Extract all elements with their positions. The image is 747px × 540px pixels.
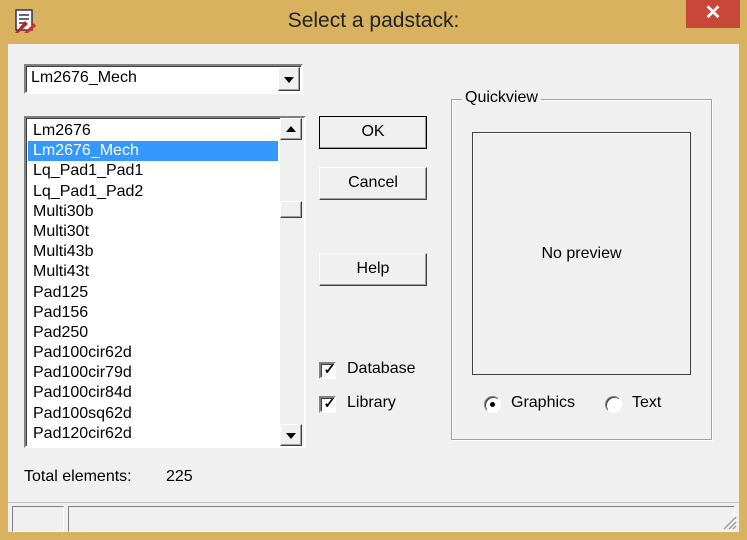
library-label: Library xyxy=(347,394,396,411)
combo-selected-value: Lm2676_Mech xyxy=(31,69,137,86)
list-item[interactable]: Lm2676_Mech xyxy=(28,141,278,162)
cancel-button[interactable]: Cancel xyxy=(319,167,427,200)
quickview-title: Quickview xyxy=(462,89,541,107)
padstack-list[interactable]: Lm2676 Lm2676_Mech Lq_Pad1_Pad1 Lq_Pad1_Pad… xyxy=(24,116,306,448)
list-items: Lm2676 Lm2676_Mech Lq_Pad1_Pad1 Lq_Pad1_Pad… xyxy=(28,121,278,444)
list-item[interactable]: Multi30b xyxy=(28,202,278,222)
status-pane-left xyxy=(12,506,64,532)
preview-message: No preview xyxy=(541,245,622,262)
list-item[interactable]: Multi30t xyxy=(28,222,278,242)
database-label: Database xyxy=(347,360,416,377)
list-scrollbar[interactable] xyxy=(280,118,304,446)
window-title: Select a padstack: xyxy=(287,9,460,32)
padstack-combo[interactable]: Lm2676_Mech xyxy=(24,64,303,94)
graphics-radio[interactable] xyxy=(484,396,501,413)
list-item[interactable]: Multi43b xyxy=(28,242,278,262)
text-label: Text xyxy=(632,394,662,411)
list-item[interactable]: Pad100cir62d xyxy=(28,343,278,363)
chevron-down-icon xyxy=(284,77,294,83)
list-item[interactable]: Lm2676 xyxy=(28,121,278,141)
list-item[interactable]: Pad100cir79d xyxy=(28,363,278,383)
radio-dot-icon xyxy=(490,402,495,407)
list-item[interactable]: Pad250 xyxy=(28,323,278,343)
status-bar xyxy=(8,502,739,532)
help-button[interactable]: Help xyxy=(319,253,427,286)
graphics-label: Graphics xyxy=(511,394,576,411)
check-icon: ✓ xyxy=(323,395,336,411)
list-item[interactable]: Lq_Pad1_Pad2 xyxy=(28,182,278,202)
list-item[interactable]: Multi43t xyxy=(28,262,278,282)
library-checkbox[interactable]: ✓ xyxy=(319,395,336,413)
total-elements-value: 225 xyxy=(166,468,193,485)
scroll-down-button[interactable] xyxy=(280,424,302,446)
dialog-window: Select a padstack: ✕ Lm2676_Mech Lm2676 L… xyxy=(0,0,747,540)
resize-grip-icon[interactable] xyxy=(721,514,737,530)
combo-dropdown-button[interactable] xyxy=(278,67,300,91)
preview-panel: No preview xyxy=(472,132,691,375)
total-elements-label: Total elements: xyxy=(24,468,132,485)
dialog-body: Lm2676_Mech Lm2676 Lm2676_Mech Lq_Pad1_Pad… xyxy=(8,44,739,532)
database-checkbox[interactable]: ✓ xyxy=(319,361,336,379)
arrow-down-icon xyxy=(286,433,296,439)
check-icon: ✓ xyxy=(323,361,336,377)
status-pane-main xyxy=(68,506,735,532)
ok-button[interactable]: OK xyxy=(319,116,427,149)
text-radio[interactable] xyxy=(605,396,622,413)
title-bar[interactable]: Select a padstack: ✕ xyxy=(0,0,747,44)
list-item[interactable]: Pad125 xyxy=(28,283,278,303)
list-item[interactable]: Lq_Pad1_Pad1 xyxy=(28,161,278,181)
scroll-up-button[interactable] xyxy=(280,118,302,140)
scroll-thumb[interactable] xyxy=(280,201,302,218)
list-item[interactable]: Pad156 xyxy=(28,303,278,323)
list-item[interactable]: Pad100sq62d xyxy=(28,404,278,424)
list-item[interactable]: Pad120cir62d xyxy=(28,424,278,444)
close-button[interactable]: ✕ xyxy=(686,0,740,28)
list-item[interactable]: Pad100cir84d xyxy=(28,383,278,403)
arrow-up-icon xyxy=(286,126,296,132)
